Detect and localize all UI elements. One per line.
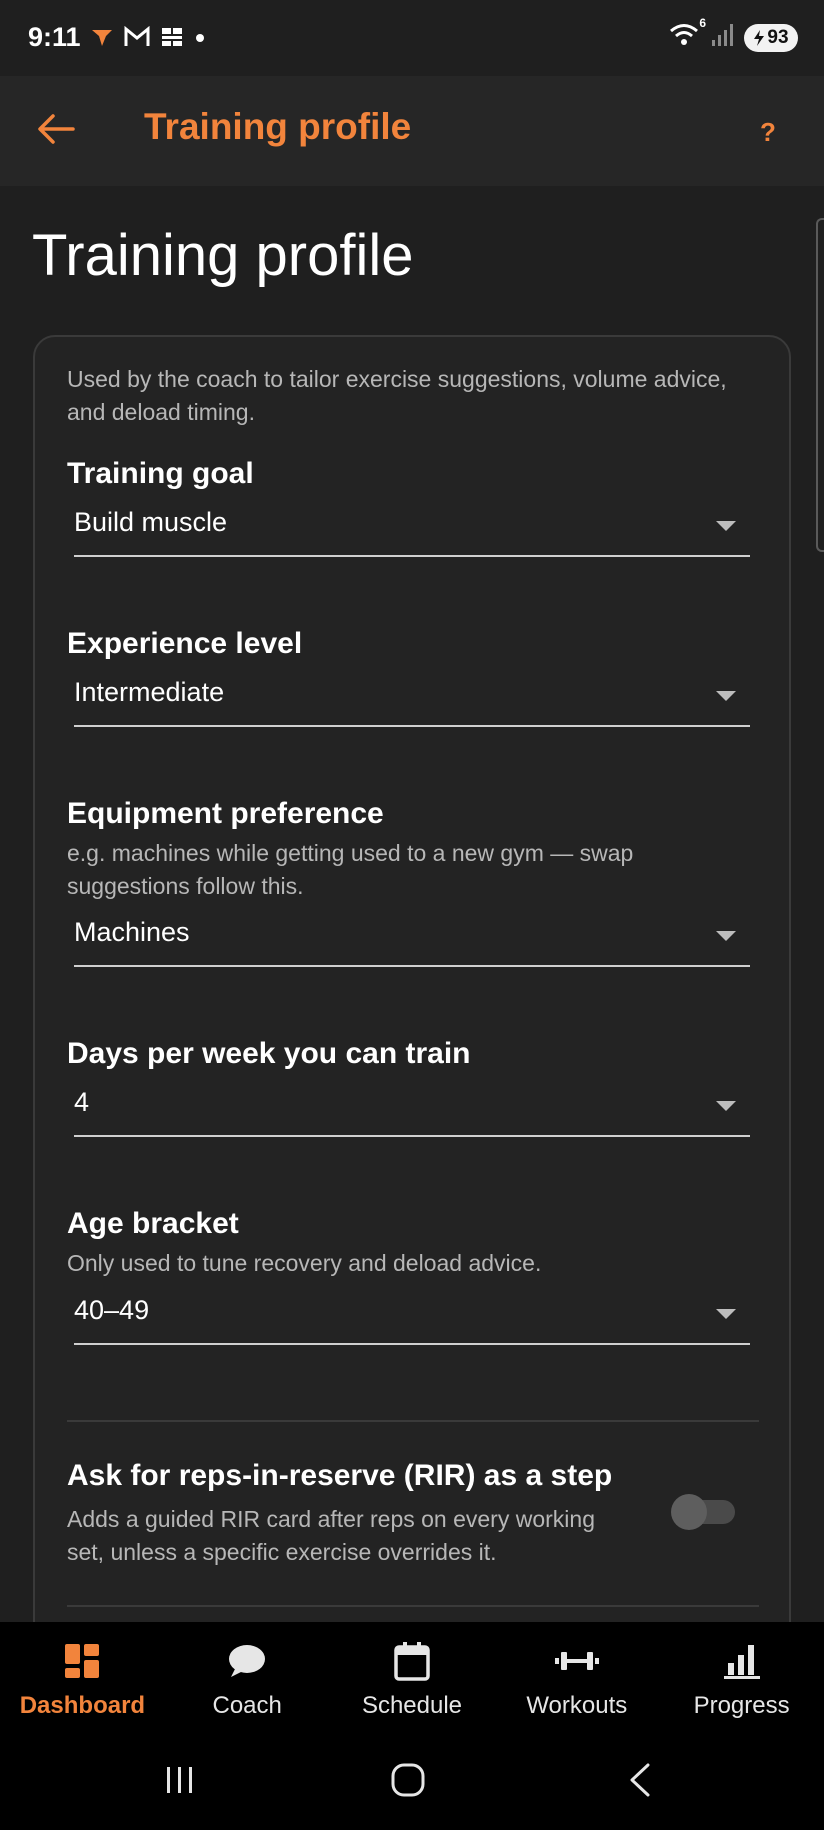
age-bracket-help: Only used to tune recovery and deload ad… [67,1250,542,1276]
divider [67,1605,759,1607]
gmail-icon [124,25,150,53]
equipment-preference-value: Machines [74,917,190,947]
back-icon [628,1763,652,1802]
system-nav-bar [0,1736,824,1830]
status-time: 9:11 [28,22,81,52]
signal-icon [710,22,734,53]
rir-toggle-label: Ask for reps-in-reserve (RIR) as a step [67,1459,613,1492]
back-button[interactable] [28,106,84,156]
equipment-preference-select[interactable]: Machines [74,907,750,967]
days-per-week-select[interactable]: 4 [74,1077,750,1137]
days-per-week-value: 4 [74,1087,90,1117]
arrow-left-icon [37,113,75,150]
dropdown-arrow-icon [716,691,736,701]
dropdown-arrow-icon [716,521,736,531]
battery-icon: 93 [744,23,798,52]
training-goal-select[interactable]: Build muscle [74,497,750,557]
rir-toggle[interactable] [671,1494,737,1530]
dumbbell-icon [553,1638,601,1684]
experience-level-value: Intermediate [74,677,225,707]
scroll-indicator [816,218,824,552]
experience-level-label: Experience level [67,627,303,660]
nav-coach-label: Coach [212,1692,282,1719]
dropdown-arrow-icon [716,1309,736,1319]
days-per-week-label: Days per week you can train [67,1037,471,1070]
dropdown-arrow-icon [716,1101,736,1111]
nav-progress-label: Progress [693,1692,790,1719]
app-bar-title: Training profile [144,106,412,147]
dot-icon [194,26,206,53]
recents-icon [164,1765,196,1800]
divider [67,1420,759,1422]
age-bracket-label: Age bracket [67,1207,239,1240]
calendar-icon [160,26,184,53]
training-profile-screen: 9:11 6 93 Training profile ? Training pr… [0,0,824,1830]
dropdown-arrow-icon [716,931,736,941]
card-intro-text: Used by the coach to tailor exercise sug… [67,366,727,425]
help-button[interactable]: ? [748,112,788,152]
notification-icons [90,25,206,53]
content-scroll-area[interactable]: Training profile Used by the coach to ta… [0,186,824,1622]
nav-workouts-label: Workouts [526,1692,628,1719]
age-bracket-select[interactable]: 40–49 [74,1285,750,1345]
wifi-icon: 6 [668,16,706,53]
app-bar: Training profile ? [0,76,824,186]
system-back-button[interactable] [610,1758,670,1806]
equipment-preference-label: Equipment preference [67,797,384,830]
nav-progress[interactable]: Progress [659,1622,824,1736]
home-button[interactable] [378,1758,438,1806]
nav-coach[interactable]: Coach [165,1622,330,1736]
equipment-preference-help: e.g. machines while getting used to a ne… [67,840,634,899]
profile-card: Used by the coach to tailor exercise sug… [33,335,791,1622]
app-notification-icon [90,26,114,53]
rir-toggle-help: Adds a guided RIR card after reps on eve… [67,1506,595,1565]
age-bracket-value: 40–49 [74,1295,150,1325]
system-status-icons: 6 93 [668,16,798,53]
status-bar: 9:11 6 93 [0,0,824,76]
nav-schedule[interactable]: Schedule [330,1622,495,1736]
network-badge: 6 [699,16,706,30]
toggle-thumb [671,1494,707,1530]
bottom-nav: Dashboard Coach Schedule Workouts Progre… [0,1622,824,1736]
nav-dashboard[interactable]: Dashboard [0,1622,165,1736]
nav-dashboard-label: Dashboard [19,1692,146,1719]
chat-bubble-icon [223,1638,271,1684]
training-goal-value: Build muscle [74,507,228,537]
nav-schedule-label: Schedule [361,1692,463,1719]
calendar-icon [388,1638,436,1684]
training-goal-label: Training goal [67,457,254,490]
page-title: Training profile [32,223,414,288]
nav-workouts[interactable]: Workouts [494,1622,659,1736]
experience-level-select[interactable]: Intermediate [74,667,750,727]
home-icon [391,1763,425,1802]
recents-button[interactable] [150,1758,210,1806]
battery-level: 93 [767,26,789,48]
dashboard-icon [58,1638,106,1684]
bar-chart-icon [718,1638,766,1684]
